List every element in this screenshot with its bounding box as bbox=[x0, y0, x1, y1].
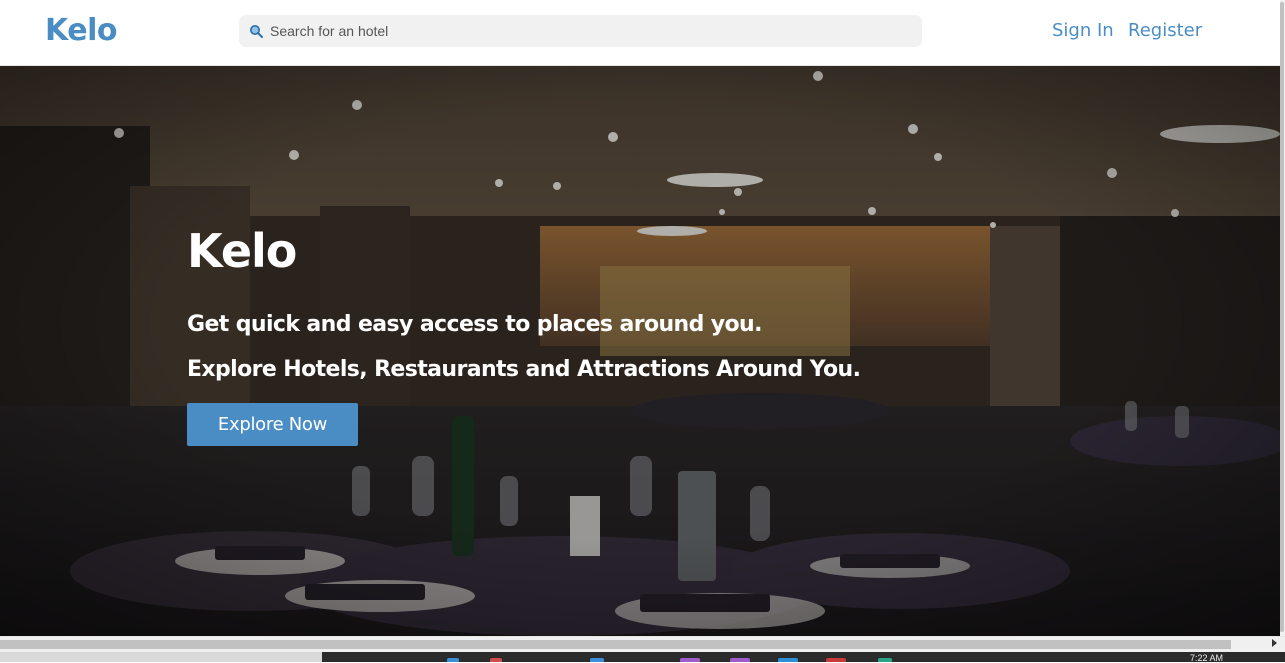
sign-in-link[interactable]: Sign In bbox=[1052, 20, 1114, 41]
taskbar-app-icon[interactable] bbox=[490, 658, 502, 662]
search-input[interactable] bbox=[270, 15, 910, 47]
logo[interactable]: Kelo bbox=[45, 13, 117, 48]
scroll-right-arrow-icon[interactable] bbox=[1272, 639, 1277, 647]
taskbar-app-icon[interactable] bbox=[590, 658, 604, 662]
hero-title: Kelo bbox=[187, 224, 297, 278]
hero-background-image bbox=[0, 66, 1280, 636]
hero-tagline-2: Explore Hotels, Restaurants and Attracti… bbox=[187, 357, 861, 382]
taskbar-app-icon[interactable] bbox=[878, 658, 892, 662]
vertical-scrollbar-thumb[interactable] bbox=[1280, 2, 1284, 632]
taskbar-app-icon[interactable] bbox=[680, 658, 700, 662]
taskbar-app-icon[interactable] bbox=[447, 658, 459, 662]
search-icon bbox=[250, 25, 263, 38]
hero-tagline-1: Get quick and easy access to places arou… bbox=[187, 312, 762, 337]
register-link[interactable]: Register bbox=[1128, 20, 1202, 41]
taskbar bbox=[322, 652, 1285, 662]
vertical-scrollbar[interactable] bbox=[1280, 0, 1285, 636]
taskbar-left-area bbox=[0, 652, 322, 662]
explore-now-button[interactable]: Explore Now bbox=[187, 403, 358, 446]
hero-section: Kelo Get quick and easy access to places… bbox=[0, 66, 1280, 636]
taskbar-app-icon[interactable] bbox=[778, 658, 798, 662]
search-bar[interactable] bbox=[239, 15, 922, 47]
site-header: Kelo Sign In Register bbox=[0, 0, 1280, 66]
horizontal-scrollbar[interactable] bbox=[0, 636, 1285, 652]
taskbar-app-icon[interactable] bbox=[730, 658, 750, 662]
horizontal-scrollbar-thumb[interactable] bbox=[0, 640, 1231, 649]
taskbar-app-icon[interactable] bbox=[826, 658, 846, 662]
